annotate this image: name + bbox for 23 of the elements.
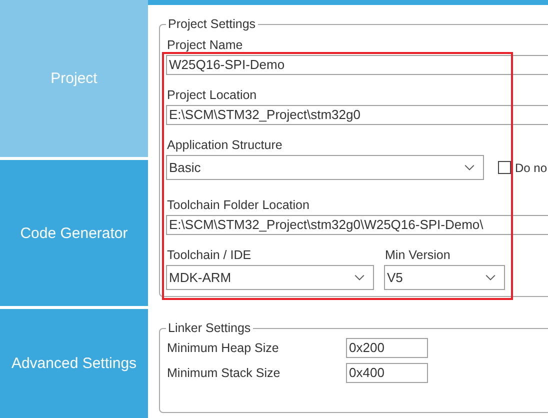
field-label: Toolchain Folder Location	[167, 198, 310, 212]
checkbox-label: Do no	[515, 160, 548, 174]
field-label: Minimum Heap Size	[167, 340, 280, 354]
dropdown[interactable]: V5	[384, 265, 505, 290]
dropdown[interactable]: MDK-ARM	[166, 265, 374, 290]
group-title: Linker Settings	[167, 321, 252, 335]
field-label: Minimum Stack Size	[167, 366, 282, 380]
text-field[interactable]: 0x200	[346, 338, 428, 358]
dropdown[interactable]: Basic	[166, 155, 484, 180]
chevron-icon	[485, 274, 496, 281]
text-field[interactable]: 0x400	[346, 362, 428, 382]
group-title: Project Settings	[167, 17, 257, 31]
chevron-icon	[464, 164, 475, 171]
field-label: Toolchain / IDE	[167, 248, 252, 262]
text-field[interactable]: E:\SCM\STM32_Project\stm32g0	[166, 105, 548, 125]
chevron-icon	[354, 274, 365, 281]
field-label: Project Name	[167, 38, 244, 52]
text-field[interactable]: W25Q16-SPI-Demo	[166, 55, 548, 75]
field-label: Application Structure	[167, 138, 284, 152]
checkbox[interactable]	[498, 161, 511, 174]
field-label: Min Version	[385, 248, 452, 262]
text-field[interactable]: E:\SCM\STM32_Project\stm32g0\W25Q16-SPI-Demo\	[166, 215, 548, 235]
field-label: Project Location	[167, 88, 258, 102]
